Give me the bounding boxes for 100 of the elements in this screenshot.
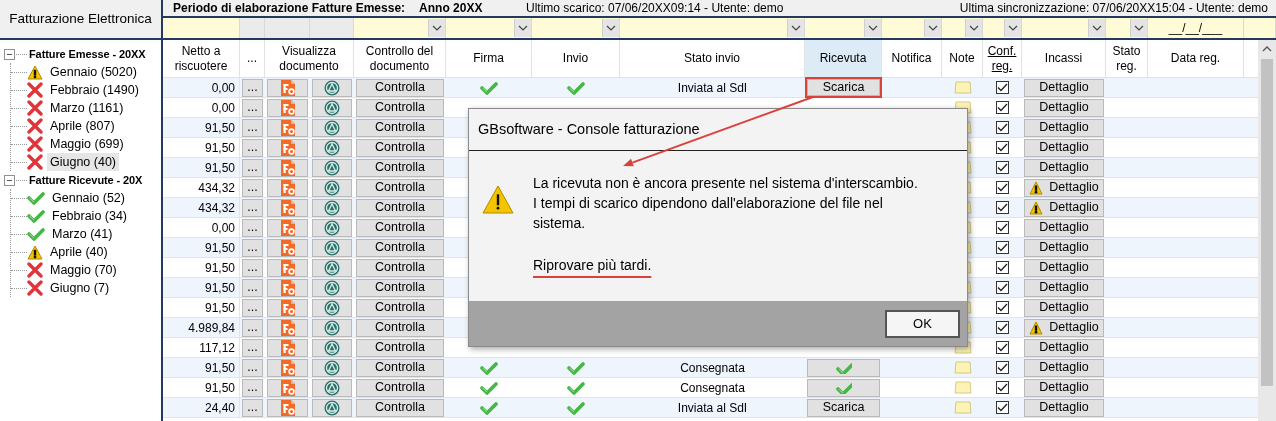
checkbox[interactable] — [996, 201, 1009, 214]
view-document-button[interactable] — [267, 398, 308, 417]
more-button[interactable]: ... — [242, 158, 263, 177]
more-button[interactable]: ... — [242, 398, 263, 417]
emblem-button[interactable] — [312, 118, 352, 137]
dropdown-button[interactable] — [864, 19, 881, 37]
date-filter-field[interactable]: __/__/___ — [1148, 18, 1244, 38]
tree-item[interactable]: Febbraio (1490) — [47, 80, 142, 100]
dropdown-button[interactable] — [602, 19, 619, 37]
emblem-button[interactable] — [312, 338, 352, 357]
check-document-button[interactable]: Controlla — [356, 98, 444, 117]
checkbox[interactable] — [996, 261, 1009, 274]
tree-item[interactable]: Gennaio (52) — [49, 188, 128, 208]
download-button[interactable]: Scarica — [807, 79, 880, 96]
view-document-button[interactable] — [267, 378, 308, 397]
column-header[interactable]: Netto a riscuotere — [163, 40, 240, 77]
checkbox[interactable] — [996, 241, 1009, 254]
tree-group-label[interactable]: Fatture Emesse - 20XX — [29, 45, 146, 63]
view-document-button[interactable] — [267, 98, 308, 117]
view-document-button[interactable] — [267, 78, 308, 97]
checkbox[interactable] — [996, 321, 1009, 334]
column-header[interactable]: Visualizza documento — [265, 40, 354, 77]
column-header[interactable]: Conf. reg. — [983, 40, 1022, 77]
dropdown-button[interactable] — [965, 19, 982, 37]
check-document-button[interactable]: Controlla — [356, 398, 444, 417]
tree-item[interactable]: Giugno (7) — [47, 278, 113, 298]
more-button[interactable]: ... — [242, 118, 263, 137]
detail-button[interactable]: Dettaglio — [1024, 358, 1104, 377]
more-button[interactable]: ... — [242, 78, 263, 97]
view-document-button[interactable] — [267, 278, 308, 297]
dropdown-button[interactable] — [1088, 19, 1105, 37]
emblem-button[interactable] — [312, 98, 352, 117]
filter-field[interactable] — [163, 18, 240, 38]
checkbox[interactable] — [996, 301, 1009, 314]
check-document-button[interactable]: Controlla — [356, 198, 444, 217]
checkbox[interactable] — [996, 361, 1009, 374]
checkbox[interactable] — [996, 281, 1009, 294]
emblem-button[interactable] — [312, 158, 352, 177]
dropdown-button[interactable] — [924, 19, 941, 37]
collapse-icon[interactable] — [4, 48, 15, 60]
emblem-button[interactable] — [312, 278, 352, 297]
emblem-button[interactable] — [312, 358, 352, 377]
more-button[interactable]: ... — [242, 278, 263, 297]
detail-button[interactable]: Dettaglio — [1024, 398, 1104, 417]
more-button[interactable]: ... — [242, 358, 263, 377]
more-button[interactable]: ... — [242, 298, 263, 317]
checkbox[interactable] — [996, 141, 1009, 154]
checkbox[interactable] — [996, 161, 1009, 174]
checkbox[interactable] — [996, 81, 1009, 94]
checkbox[interactable] — [996, 221, 1009, 234]
checkbox[interactable] — [996, 401, 1009, 414]
view-document-button[interactable] — [267, 338, 308, 357]
detail-button[interactable]: Dettaglio — [1024, 118, 1104, 137]
emblem-button[interactable] — [312, 178, 352, 197]
check-document-button[interactable]: Controlla — [356, 298, 444, 317]
ok-button[interactable]: OK — [885, 309, 960, 338]
column-header[interactable]: Firma — [446, 40, 532, 77]
more-button[interactable]: ... — [242, 378, 263, 397]
detail-button[interactable]: Dettaglio — [1024, 318, 1104, 337]
check-document-button[interactable]: Controlla — [356, 238, 444, 257]
view-document-button[interactable] — [267, 258, 308, 277]
checkbox[interactable] — [996, 181, 1009, 194]
tree-item[interactable]: Marzo (1161) — [47, 98, 127, 118]
check-document-button[interactable]: Controlla — [356, 358, 444, 377]
column-header[interactable]: Invio — [532, 40, 620, 77]
detail-button[interactable]: Dettaglio — [1024, 78, 1104, 97]
detail-button[interactable]: Dettaglio — [1024, 98, 1104, 117]
check-document-button[interactable]: Controlla — [356, 318, 444, 337]
checkbox[interactable] — [996, 101, 1009, 114]
more-button[interactable]: ... — [242, 98, 263, 117]
more-button[interactable]: ... — [242, 178, 263, 197]
check-document-button[interactable]: Controlla — [356, 78, 444, 97]
checkbox[interactable] — [996, 341, 1009, 354]
dropdown-button[interactable] — [787, 19, 804, 37]
view-document-button[interactable] — [267, 298, 308, 317]
column-header[interactable]: Stato reg. — [1106, 40, 1148, 77]
scrollbar[interactable] — [1258, 40, 1276, 421]
tree-item[interactable]: Maggio (70) — [47, 260, 120, 280]
more-button[interactable]: ... — [242, 138, 263, 157]
detail-button[interactable]: Dettaglio — [1024, 158, 1104, 177]
emblem-button[interactable] — [312, 138, 352, 157]
view-document-button[interactable] — [267, 158, 308, 177]
detail-button[interactable]: Dettaglio — [1024, 138, 1104, 157]
detail-button[interactable]: Dettaglio — [1024, 378, 1104, 397]
check-document-button[interactable]: Controlla — [356, 178, 444, 197]
detail-button[interactable]: Dettaglio — [1024, 298, 1104, 317]
view-document-button[interactable] — [267, 318, 308, 337]
emblem-button[interactable] — [312, 398, 352, 417]
dropdown-button[interactable] — [428, 19, 445, 37]
dropdown-button[interactable] — [1130, 19, 1147, 37]
tree-item[interactable]: Aprile (807) — [47, 116, 118, 136]
emblem-button[interactable] — [312, 238, 352, 257]
view-document-button[interactable] — [267, 218, 308, 237]
column-header[interactable]: Notifica — [882, 40, 942, 77]
view-document-button[interactable] — [267, 138, 308, 157]
more-button[interactable]: ... — [242, 218, 263, 237]
check-document-button[interactable]: Controlla — [356, 158, 444, 177]
view-document-button[interactable] — [267, 198, 308, 217]
tree-item[interactable]: Gennaio (5020) — [47, 62, 140, 82]
check-document-button[interactable]: Controlla — [356, 258, 444, 277]
